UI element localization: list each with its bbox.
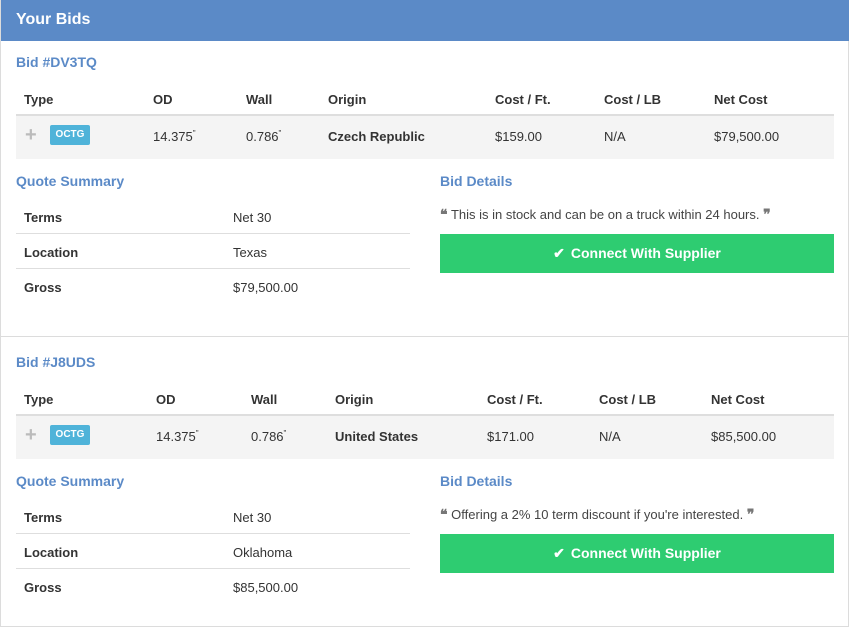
table-row[interactable]: + OCTG 14.375" 0.786" Czech Republic $15… (16, 116, 834, 159)
bid-card: Bid #J8UDS Type OD Wall Origin Cost / Ft… (1, 341, 849, 627)
connect-button-label: Connect With Supplier (570, 545, 721, 561)
net-cost-value: $79,500.00 (714, 129, 780, 144)
summary-value: $79,500.00 (233, 280, 299, 295)
od-number: 14.375 (153, 129, 193, 144)
wall-unit: " (283, 429, 287, 438)
checkmark-icon: ✔ (553, 245, 565, 261)
col-wall: Wall (251, 392, 278, 407)
col-net-cost: Net Cost (714, 92, 768, 107)
col-od: OD (156, 392, 176, 407)
type-badge: OCTG (50, 125, 90, 145)
summary-value: Texas (233, 245, 267, 260)
bid-details-message: ❝ This is in stock and can be on a truck… (440, 207, 771, 223)
close-quote-icon: ❞ (746, 507, 755, 523)
col-cost-ft: Cost / Ft. (495, 92, 551, 107)
bid-table-header: Type OD Wall Origin Cost / Ft. Cost / LB… (16, 84, 834, 116)
bid-divider (1, 336, 849, 337)
expand-plus-icon[interactable]: + (25, 425, 37, 445)
col-cost-ft: Cost / Ft. (487, 392, 543, 407)
bid-title: Bid #J8UDS (16, 354, 96, 370)
bid-details-title: Bid Details (440, 173, 513, 189)
od-unit: " (195, 429, 199, 438)
wall-value: 0.786" (251, 429, 286, 444)
col-type: Type (24, 392, 54, 407)
col-cost-lb: Cost / LB (604, 92, 662, 107)
type-badge: OCTG (50, 425, 90, 445)
summary-value: Net 30 (233, 210, 272, 225)
checkmark-icon: ✔ (553, 545, 565, 561)
summary-label: Terms (24, 210, 63, 225)
cost-ft-value: $171.00 (487, 429, 534, 444)
od-unit: " (192, 129, 196, 138)
quote-summary-table: Terms Net 30 Location Texas Gross $79,50… (16, 199, 410, 304)
col-od: OD (153, 92, 173, 107)
quote-summary-table: Terms Net 30 Location Oklahoma Gross $85… (16, 499, 410, 604)
connect-button-label: Connect With Supplier (570, 245, 721, 261)
summary-row-terms: Terms Net 30 (16, 499, 410, 534)
summary-value: $85,500.00 (233, 580, 299, 595)
origin-value: United States (335, 429, 419, 444)
bid-details-text: This is in stock and can be on a truck w… (450, 207, 760, 222)
summary-row-terms: Terms Net 30 (16, 199, 410, 234)
wall-number: 0.786 (251, 429, 284, 444)
summary-label: Location (24, 545, 79, 560)
bid-table-header: Type OD Wall Origin Cost / Ft. Cost / LB… (16, 384, 834, 416)
summary-label: Terms (24, 510, 63, 525)
open-quote-icon: ❝ (440, 507, 448, 523)
od-value: 14.375" (153, 129, 196, 144)
summary-label: Gross (24, 580, 62, 595)
col-origin: Origin (328, 92, 367, 107)
summary-row-gross: Gross $85,500.00 (16, 569, 410, 604)
summary-label: Gross (24, 280, 62, 295)
cost-lb-value: N/A (599, 429, 621, 444)
bids-panel: Your Bids Bid #DV3TQ Type OD Wall Origin… (0, 0, 849, 627)
od-number: 14.375 (156, 429, 196, 444)
col-origin: Origin (335, 392, 374, 407)
wall-unit: " (278, 129, 282, 138)
bid-title: Bid #DV3TQ (16, 54, 97, 70)
summary-value: Oklahoma (233, 545, 293, 560)
quote-summary-title: Quote Summary (16, 473, 125, 489)
bid-card: Bid #DV3TQ Type OD Wall Origin Cost / Ft… (1, 41, 849, 337)
panel-title: Your Bids (1, 0, 849, 41)
summary-row-location: Location Texas (16, 234, 410, 269)
connect-with-supplier-button[interactable]: ✔ Connect With Supplier (440, 234, 834, 273)
cost-ft-value: $159.00 (495, 129, 542, 144)
summary-row-location: Location Oklahoma (16, 534, 410, 569)
summary-label: Location (24, 245, 79, 260)
close-quote-icon: ❞ (763, 207, 771, 223)
col-net-cost: Net Cost (711, 392, 765, 407)
connect-with-supplier-button[interactable]: ✔ Connect With Supplier (440, 534, 834, 573)
od-value: 14.375" (156, 429, 199, 444)
open-quote-icon: ❝ (440, 207, 448, 223)
expand-plus-icon[interactable]: + (25, 125, 37, 145)
wall-number: 0.786 (246, 129, 279, 144)
net-cost-value: $85,500.00 (711, 429, 777, 444)
col-cost-lb: Cost / LB (599, 392, 657, 407)
bid-details-message: ❝ Offering a 2% 10 term discount if you'… (440, 507, 754, 523)
wall-value: 0.786" (246, 129, 281, 144)
cost-lb-value: N/A (604, 129, 626, 144)
summary-value: Net 30 (233, 510, 272, 525)
table-row[interactable]: + OCTG 14.375" 0.786" United States $171… (16, 416, 834, 459)
bid-details-title: Bid Details (440, 473, 513, 489)
col-type: Type (24, 92, 54, 107)
summary-row-gross: Gross $79,500.00 (16, 269, 410, 304)
bid-details-text: Offering a 2% 10 term discount if you're… (451, 507, 744, 522)
origin-value: Czech Republic (328, 129, 425, 144)
col-wall: Wall (246, 92, 273, 107)
quote-summary-title: Quote Summary (16, 173, 125, 189)
